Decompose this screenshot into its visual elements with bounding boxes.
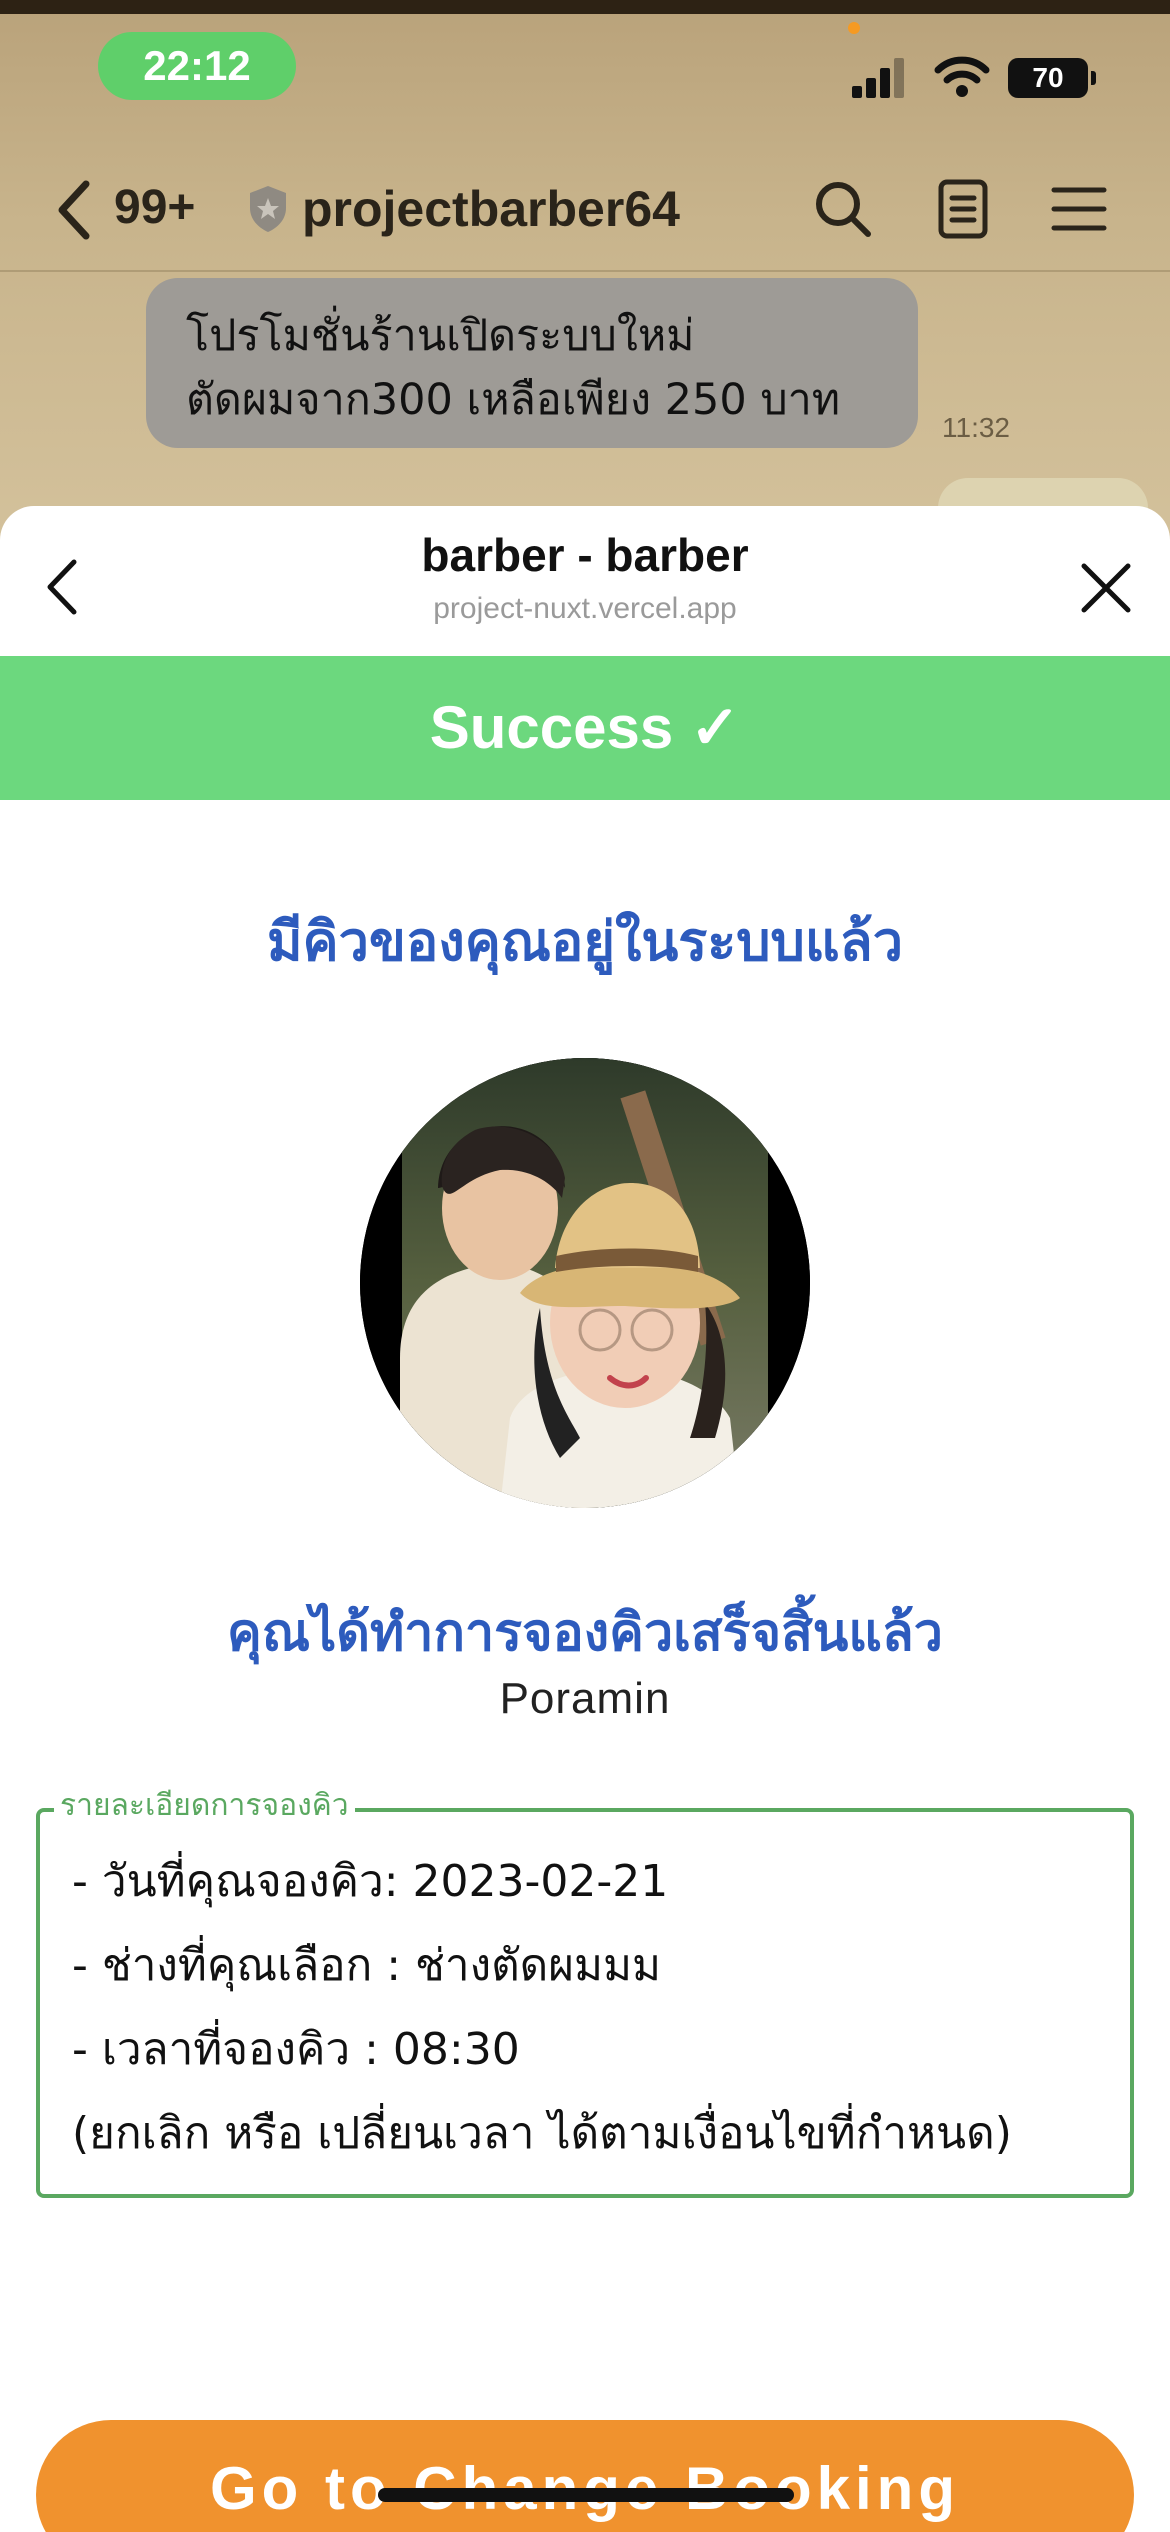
chat-message-bubble[interactable]: โปรโมชั่นร้านเปิดระบบใหม่ ตัดผมจาก300 เห… — [146, 278, 918, 448]
booking-details-list: - วันที่คุณจองคิว: 2023-02-21 - ช่างที่ค… — [72, 1840, 1110, 2176]
chat-name[interactable]: projectbarber64 — [302, 180, 680, 238]
chat-header: 99+ projectbarber64 — [0, 160, 1170, 270]
message-line: ตัดผมจาก300 เหลือเพียง 250 บาท — [186, 375, 841, 425]
search-icon[interactable] — [812, 178, 874, 240]
menu-icon[interactable] — [1050, 178, 1108, 240]
sheet-url: project-nuxt.vercel.app — [433, 592, 737, 625]
booking-barber: - ช่างที่คุณเลือก : ช่างตัดผมมม — [72, 1940, 662, 1991]
booking-time: - เวลาที่จองคิว : 08:30 — [72, 2024, 520, 2075]
privacy-indicator-dot — [848, 22, 860, 34]
wifi-icon — [934, 56, 990, 97]
signal-icon — [852, 58, 908, 98]
message-line: โปรโมชั่นร้านเปิดระบบใหม่ — [186, 311, 695, 361]
booking-details-box: รายละเอียดการจองคิว - วันที่คุณจองคิว: 2… — [36, 1786, 1134, 2198]
notes-icon[interactable] — [936, 178, 992, 240]
change-booking-button[interactable]: Go to Change Booking — [36, 2420, 1134, 2532]
shield-icon — [250, 186, 286, 232]
customer-name: Poramin — [499, 1674, 671, 1723]
booking-details-legend: รายละเอียดการจองคิว — [54, 1786, 355, 1826]
sheet-title: barber - barber — [421, 529, 749, 581]
queue-exists-heading: มีคิวของคุณอยู่ในระบบแล้ว — [266, 910, 904, 973]
booking-date: - วันที่คุณจองคิว: 2023-02-21 — [72, 1856, 669, 1907]
close-icon[interactable] — [1078, 560, 1134, 616]
message-time: 11:32 — [942, 412, 1010, 443]
booking-complete-heading: คุณได้ทำการจองคิวเสร็จสิ้นแล้ว — [227, 1603, 943, 1663]
success-banner: Success ✓ — [0, 656, 1170, 800]
home-indicator[interactable] — [378, 2488, 794, 2502]
chat-background: 22:12 70 99+ projectbarber64 โปรโมชั่นร้… — [0, 0, 1170, 560]
unread-count[interactable]: 99+ — [114, 180, 195, 235]
status-time: 22:12 — [98, 32, 296, 100]
booking-policy-note: (ยกเลิก หรือ เปลี่ยนเวลา ได้ตามเงื่อนไขท… — [72, 2108, 1012, 2159]
avatar — [360, 1058, 810, 1508]
wallpaper-edge — [0, 0, 1170, 14]
profile-photo — [360, 1058, 810, 1508]
back-chevron-icon[interactable] — [54, 178, 94, 242]
battery-icon: 70 — [1008, 58, 1096, 98]
header-divider — [0, 270, 1170, 272]
webview-sheet: barber - barber project-nuxt.vercel.app … — [0, 506, 1170, 2532]
